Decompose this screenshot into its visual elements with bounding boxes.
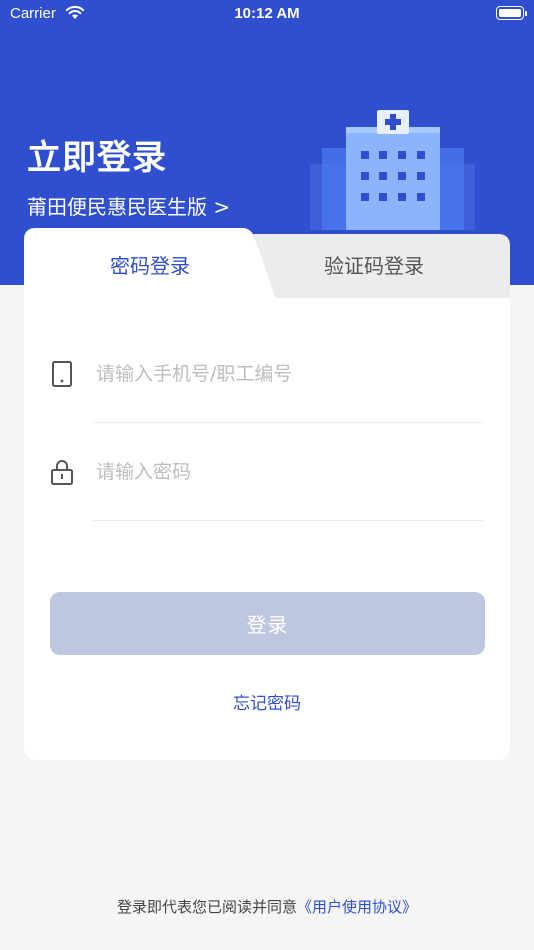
- app-version-link[interactable]: 莆田便民惠民医生版 >: [27, 191, 230, 220]
- tab-sms-login[interactable]: 验证码登录: [324, 250, 424, 279]
- login-tabs: 密码登录 验证码登录: [24, 228, 510, 303]
- phone-input[interactable]: [96, 356, 476, 392]
- tab-background: [24, 228, 510, 300]
- agreement-notice: 登录即代表您已阅读并同意《用户使用协议》: [0, 896, 534, 917]
- status-bar: Carrier 10:12 AM: [0, 0, 534, 28]
- hospital-building-icon: [310, 110, 475, 230]
- password-divider: [92, 520, 484, 521]
- user-agreement-link[interactable]: 《用户使用协议》: [297, 898, 417, 916]
- password-input[interactable]: [96, 454, 476, 490]
- agreement-text: 登录即代表您已阅读并同意: [116, 898, 297, 916]
- page-title: 立即登录: [27, 138, 167, 178]
- password-field: [24, 436, 510, 521]
- phone-divider: [92, 422, 484, 423]
- status-time: 10:12 AM: [234, 5, 300, 22]
- phone-field: [24, 338, 510, 423]
- phone-icon: [52, 361, 72, 387]
- login-form-card: 登录 忘记密码: [24, 298, 510, 760]
- lock-icon: [51, 460, 73, 485]
- login-button[interactable]: 登录: [50, 592, 485, 655]
- battery-icon: [496, 6, 527, 20]
- tab-password-login[interactable]: 密码登录: [110, 250, 190, 279]
- forgot-password-link[interactable]: 忘记密码: [24, 689, 510, 714]
- battery-fill: [499, 9, 521, 17]
